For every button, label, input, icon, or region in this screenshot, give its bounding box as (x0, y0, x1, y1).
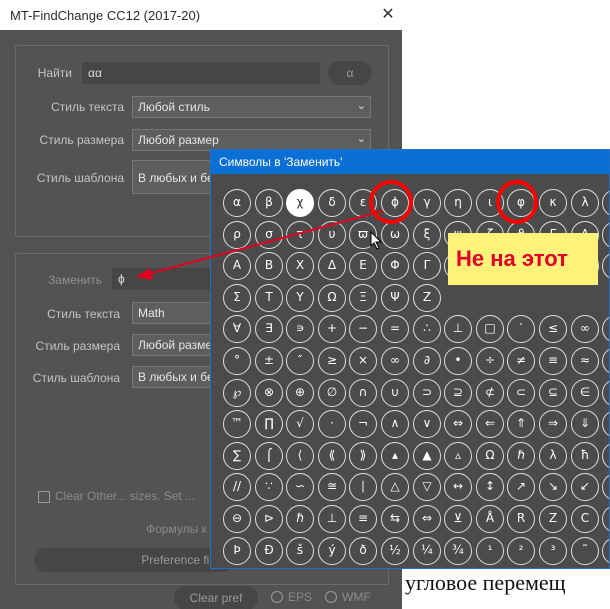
arrow-line (147, 210, 384, 275)
mouse-cursor-icon (370, 231, 383, 250)
highlight-ring-selected-symbol (369, 180, 413, 224)
highlight-ring-wrong-symbol (496, 180, 538, 224)
arrow-head (136, 268, 153, 280)
annotation-note: Не на этот (448, 233, 598, 285)
annotation-note-text: Не на этот (456, 246, 568, 271)
annotation-arrow (136, 210, 384, 280)
